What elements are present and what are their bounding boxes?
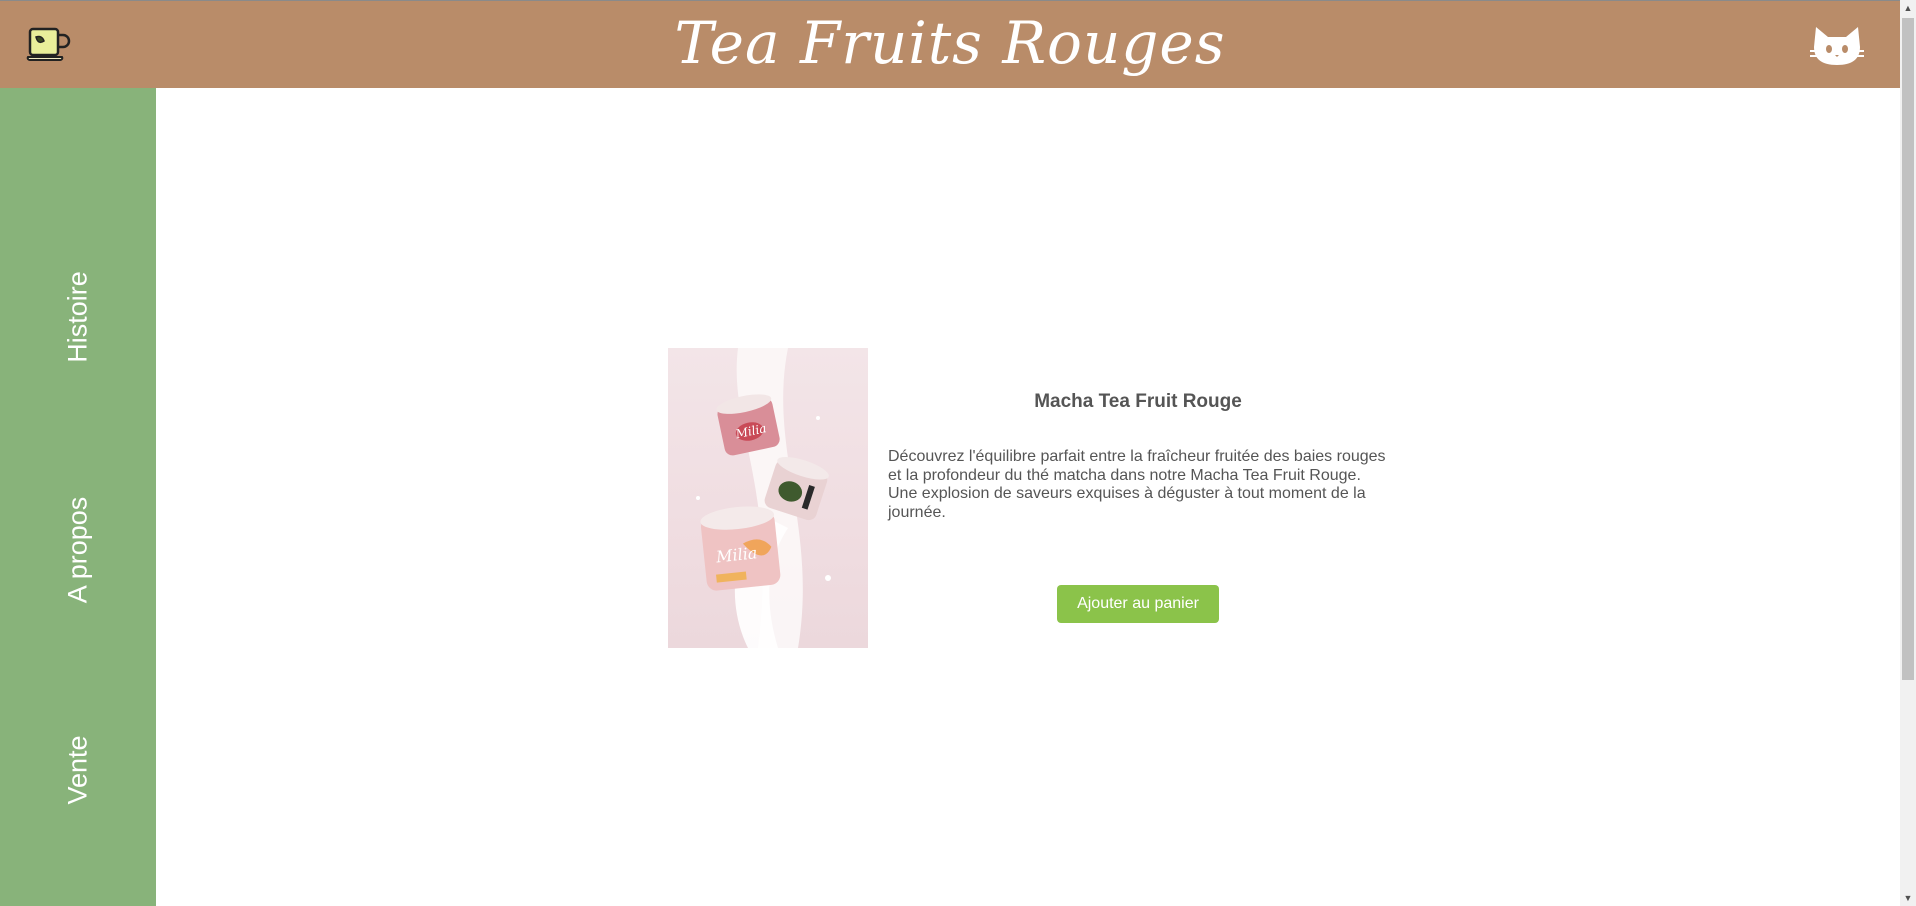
sidebar-item-histoire[interactable]: Histoire [63,271,94,363]
product-image: Milia Milia [668,348,868,648]
vertical-scrollbar[interactable]: ▲ ▼ [1900,0,1916,906]
sidebar-item-vente[interactable]: Vente [63,735,94,804]
sidebar-item-a-propos[interactable]: A propos [63,497,94,604]
product-photo: Milia Milia [696,348,831,648]
scroll-up-arrow-icon[interactable]: ▲ [1900,0,1916,16]
sidebar-nav: Histoire A propos Vente [0,88,156,906]
add-to-cart-button[interactable]: Ajouter au panier [1057,585,1219,623]
scroll-thumb[interactable] [1902,18,1914,680]
scroll-down-arrow-icon[interactable]: ▼ [1900,890,1916,906]
site-title: Tea Fruits Rouges [674,9,1226,77]
site-header: Tea Fruits Rouges [0,0,1900,88]
cat-icon[interactable] [1808,23,1866,67]
product-title: Macha Tea Fruit Rouge [1034,391,1242,412]
product-description: Découvrez l'équilibre parfait entre la f… [888,448,1386,521]
